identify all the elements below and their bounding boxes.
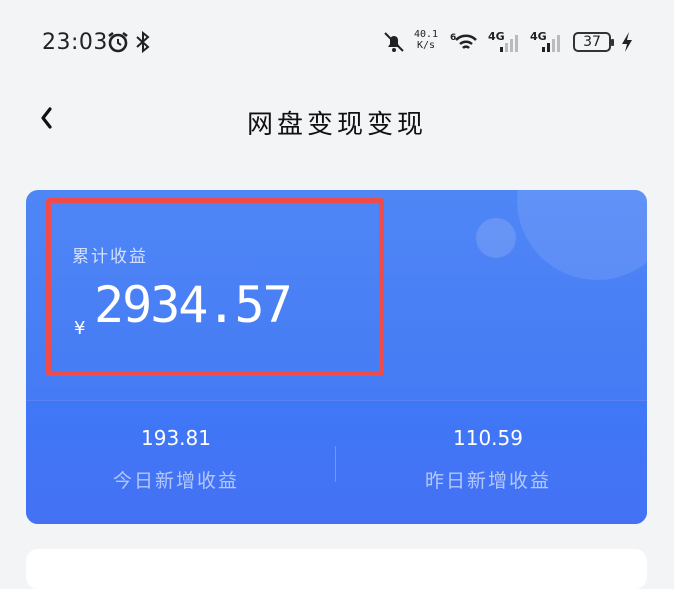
earnings-card: 累计收益 ¥ 2934.57 193.81 今日新增收益 110.59 昨日新增… [26, 190, 647, 524]
yesterday-earnings-label: 昨日新增收益 [424, 470, 551, 492]
today-earnings-value: 193.81 [141, 426, 211, 450]
wifi-icon: 6 [450, 33, 477, 49]
page-title: 网盘变现变现 [246, 110, 427, 140]
status-time: 23:03 [42, 30, 108, 55]
decorative-circle [476, 218, 516, 258]
network-speed-value: 40.1 [414, 29, 439, 40]
decorative-circle [517, 190, 647, 280]
signal-icon [542, 35, 560, 52]
today-earnings[interactable]: 193.81 今日新增收益 [26, 426, 326, 493]
currency-symbol: ¥ [74, 318, 86, 339]
alarm-clock-icon [108, 31, 128, 53]
yesterday-earnings[interactable]: 110.59 昨日新增收益 [338, 426, 638, 493]
total-earnings-label: 累计收益 [72, 247, 148, 267]
svg-text:6: 6 [450, 33, 456, 43]
total-earnings-amount: 2934.57 [94, 276, 293, 334]
next-section-card [26, 549, 647, 589]
today-earnings-label: 今日新增收益 [112, 470, 239, 492]
bluetooth-icon [136, 30, 150, 54]
stat-divider [335, 446, 336, 482]
yesterday-earnings-value: 110.59 [453, 426, 523, 450]
bell-mute-icon [384, 32, 404, 52]
network-speed: 40.1 K/s [414, 29, 438, 51]
battery-indicator: 37 [573, 32, 614, 52]
charging-icon [622, 32, 632, 52]
status-bar: 23:03 40.1 K/s 6 4G 4G 37 [0, 0, 674, 88]
network-speed-unit: K/s [417, 40, 436, 51]
signal-icon [500, 35, 518, 52]
page-header: 网盘变现变现 [0, 88, 674, 158]
